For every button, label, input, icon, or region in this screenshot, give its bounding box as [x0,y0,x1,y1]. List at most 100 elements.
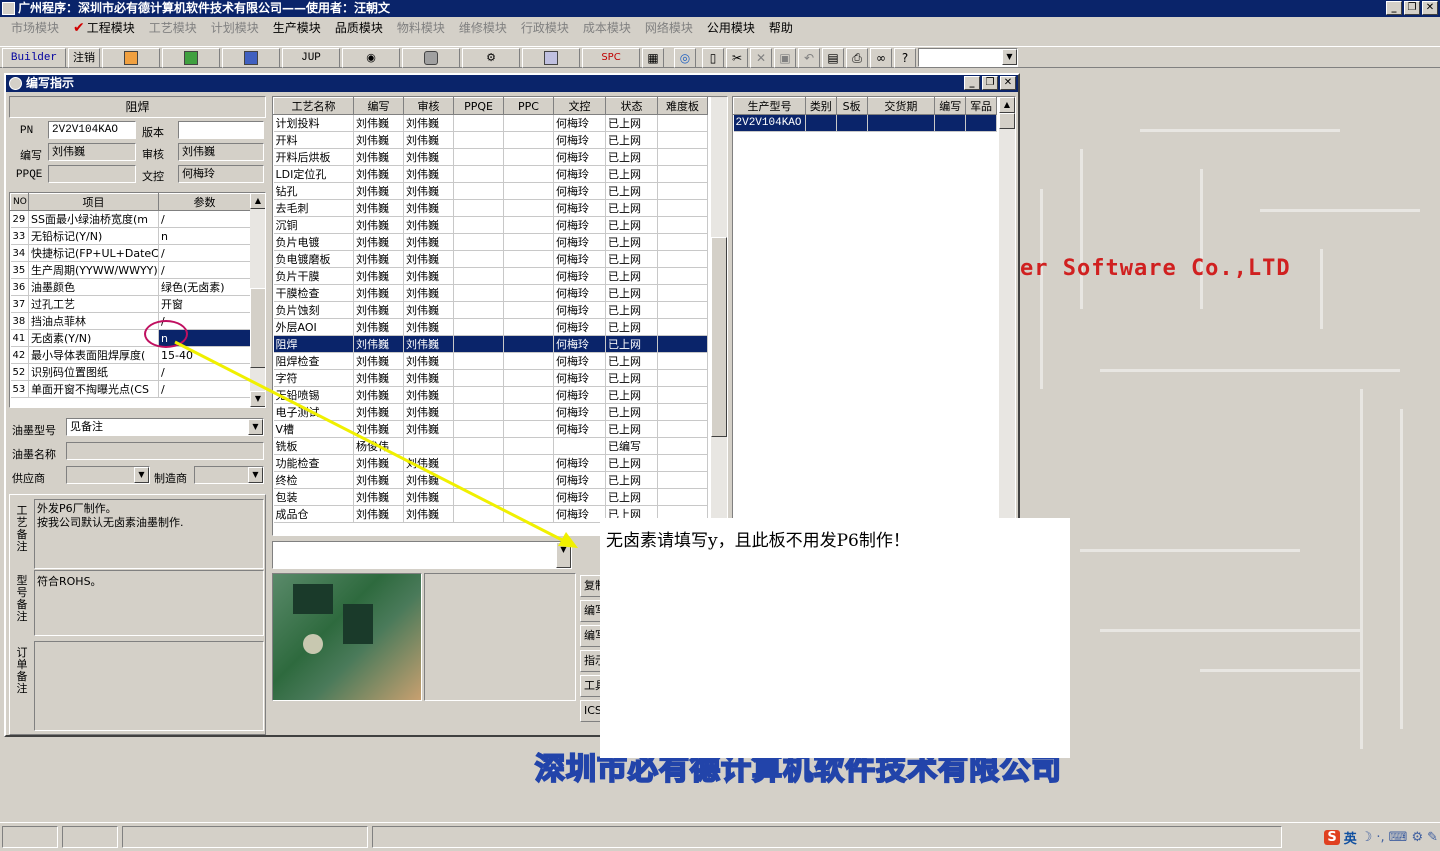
process-cell[interactable]: 钻孔 [273,182,354,200]
chevron-down-icon[interactable]: ▼ [134,467,149,483]
process-cell[interactable] [553,437,606,455]
menu-item-7[interactable]: 维修模块 [452,19,514,36]
process-cell[interactable]: 刘伟巍 [403,301,454,319]
params-cell-item[interactable]: 识别码位置图纸 [28,363,159,381]
process-cell[interactable]: 开料 [273,131,354,149]
process-cell[interactable]: 何梅玲 [553,148,606,166]
new-button[interactable]: ▯ [702,48,724,68]
params-row[interactable]: 36 油墨颜色 绿色(无卤素) [10,278,251,296]
settings-icon[interactable]: ⚙ [1411,830,1423,845]
process-row[interactable]: 钻孔 刘伟巍 刘伟巍 何梅玲 已上网 [273,182,708,200]
process-row[interactable]: 铣板 杨俊伟 已编写 [273,437,708,455]
process-cell[interactable]: 开料后烘板 [273,148,354,166]
process-col-header[interactable]: 文控 [553,97,606,115]
chevron-down-icon[interactable]: ▼ [248,419,263,435]
process-cell[interactable]: 何梅玲 [553,403,606,421]
menu-item-3[interactable]: 计划模块 [204,19,266,36]
process-cell[interactable]: 刘伟巍 [403,233,454,251]
process-cell[interactable]: 已上网 [605,131,658,149]
process-cell[interactable]: 包装 [273,488,354,506]
params-cell-no[interactable]: 35 [10,261,29,279]
process-cell[interactable]: 已上网 [605,471,658,489]
child-restore-button[interactable]: ❐ [982,76,998,90]
process-cell[interactable]: 刘伟巍 [403,131,454,149]
process-cell[interactable]: 刘伟巍 [353,216,404,234]
process-cell[interactable] [453,301,504,319]
process-cell[interactable]: 刘伟巍 [403,488,454,506]
process-cell[interactable] [657,403,708,421]
process-cell[interactable]: 字符 [273,369,354,387]
menu-item-6[interactable]: 物料模块 [390,19,452,36]
process-row[interactable]: 终检 刘伟巍 刘伟巍 何梅玲 已上网 [273,471,708,489]
process-row[interactable]: 字符 刘伟巍 刘伟巍 何梅玲 已上网 [273,369,708,387]
process-cell[interactable]: 何梅玲 [553,369,606,387]
process-cell[interactable]: 杨俊伟 [353,437,404,455]
params-cell-item[interactable]: 无铅标记(Y/N) [28,227,159,245]
process-cell[interactable]: 何梅玲 [553,114,606,132]
process-cell[interactable]: 终检 [273,471,354,489]
process-cell[interactable] [657,318,708,336]
params-cell-item[interactable]: 单面开窗不掏曝光点(CS [28,380,159,398]
undo-button[interactable]: ↶ [798,48,820,68]
logout-button[interactable]: 注销 [68,48,100,68]
process-cell[interactable]: 刘伟巍 [403,471,454,489]
params-col-item[interactable]: 项目 [28,193,159,211]
product-col-header[interactable]: 交货期 [866,97,936,115]
ink-type-combo[interactable]: 见备注 ▼ [66,418,264,436]
process-cell[interactable]: 何梅玲 [553,284,606,302]
process-cell[interactable] [657,437,708,455]
params-scrollbar[interactable]: ▲ ▼ [250,193,265,407]
process-cell[interactable]: 刘伟巍 [353,454,404,472]
params-cell-value[interactable]: / [158,210,251,228]
process-cell[interactable]: 何梅玲 [553,318,606,336]
sogou-icon[interactable]: S [1324,829,1340,845]
process-cell[interactable] [657,301,708,319]
process-cell[interactable]: 刘伟巍 [403,148,454,166]
process-cell[interactable] [657,369,708,387]
params-cell-no[interactable]: 38 [10,312,29,330]
process-cell[interactable]: 成品仓 [273,505,354,523]
process-row[interactable]: 开料后烘板 刘伟巍 刘伟巍 何梅玲 已上网 [273,148,708,166]
process-cell[interactable]: 已上网 [605,233,658,251]
params-cell-value[interactable]: / [158,363,251,381]
process-cell[interactable] [503,165,554,183]
product-col-header[interactable]: 类别 [804,97,837,115]
toolbar-combo[interactable]: ▼ [918,48,1018,67]
keyboard-icon[interactable]: ⌨ [1389,830,1408,845]
process-cell[interactable] [657,182,708,200]
scroll-up-icon[interactable]: ▲ [250,193,265,209]
process-cell[interactable]: 计划投料 [273,114,354,132]
menu-item-0[interactable]: 市场模块 [4,19,66,36]
process-cell[interactable] [657,199,708,217]
product-col-header[interactable]: 生产型号 [733,97,806,115]
process-cell[interactable]: 刘伟巍 [403,386,454,404]
scroll-down-icon[interactable]: ▼ [250,391,265,407]
process-remark-text[interactable]: 外发P6厂制作。 按我公司默认无卤素油墨制作. [34,499,264,569]
process-row[interactable]: 去毛刺 刘伟巍 刘伟巍 何梅玲 已上网 [273,199,708,217]
process-cell[interactable]: 已上网 [605,488,658,506]
help-button[interactable]: ? [894,48,916,68]
process-cell[interactable]: 刘伟巍 [353,471,404,489]
process-row[interactable]: 负片干膜 刘伟巍 刘伟巍 何梅玲 已上网 [273,267,708,285]
process-cell[interactable] [453,318,504,336]
menu-item-4[interactable]: 生产模块 [266,19,328,36]
process-cell[interactable]: 负电镀磨板 [273,250,354,268]
menu-item-2[interactable]: 工艺模块 [142,19,204,36]
process-row[interactable]: 无铅喷锡 刘伟巍 刘伟巍 何梅玲 已上网 [273,386,708,404]
order-remark-text[interactable] [34,641,264,731]
process-cell[interactable]: 沉铜 [273,216,354,234]
word-button[interactable] [222,48,280,68]
params-col-no[interactable]: NO [10,193,29,211]
process-cell[interactable] [657,216,708,234]
eye-button[interactable]: ◉ [342,48,400,68]
process-col-header[interactable]: 审核 [403,97,454,115]
process-cell[interactable]: 功能检查 [273,454,354,472]
computer-button[interactable] [522,48,580,68]
process-cell[interactable] [503,131,554,149]
params-col-value[interactable]: 参数 [158,193,251,211]
process-cell[interactable]: 刘伟巍 [353,403,404,421]
product-col-header[interactable]: 军品 [965,97,997,115]
process-cell[interactable]: 何梅玲 [553,267,606,285]
model-remark-text[interactable]: 符合ROHS。 [34,570,264,636]
process-cell[interactable] [503,386,554,404]
